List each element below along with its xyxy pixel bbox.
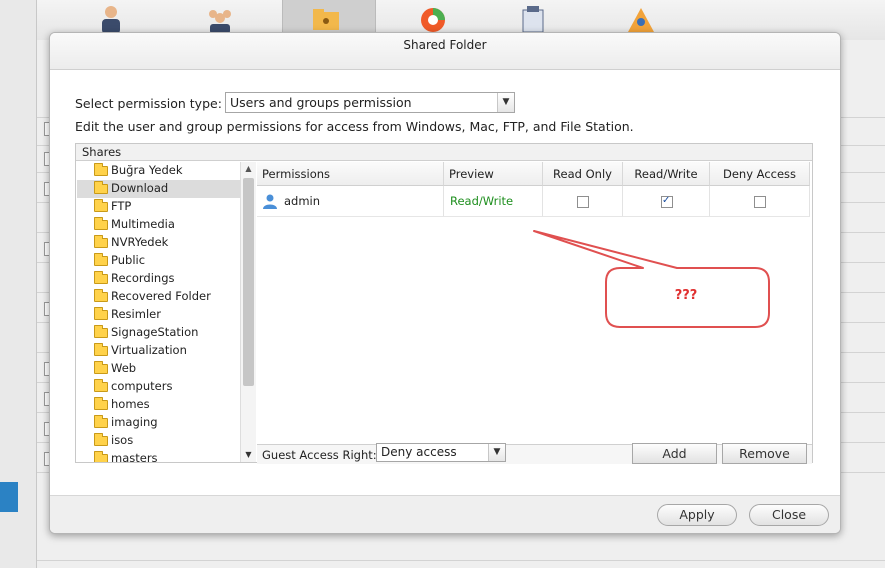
callout-bubble xyxy=(533,230,770,328)
callout-text: ??? xyxy=(674,288,698,303)
